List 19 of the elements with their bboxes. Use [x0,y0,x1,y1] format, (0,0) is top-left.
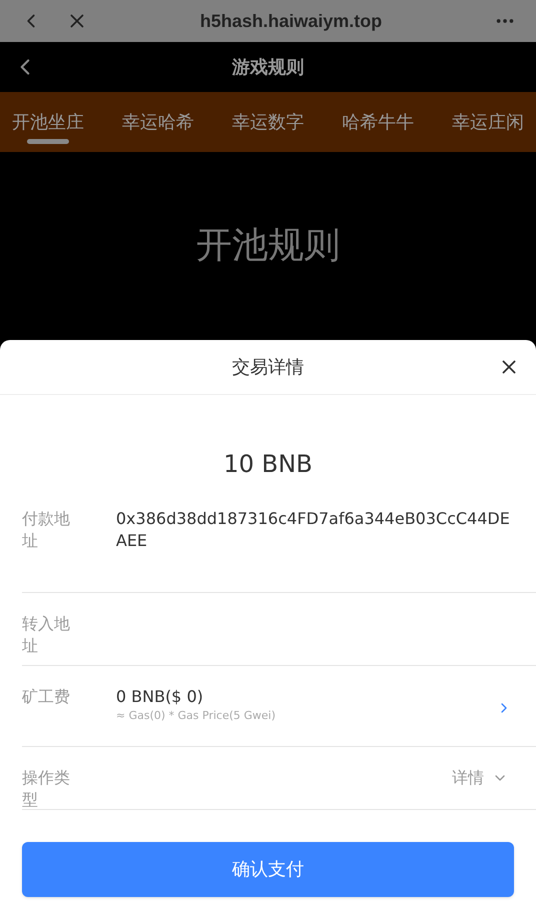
page-heading: 开池规则 [196,224,340,268]
fee-formula: ≈ Gas(0) * Gas Price(5 Gwei) [116,708,277,724]
game-tab[interactable]: 幸运数字 [232,92,304,152]
row-label: 转入地址 [22,613,71,657]
game-tab[interactable]: 幸运哈希 [122,92,194,152]
address-text: 0x386d38dd187316c4FD7af6a344eB03CcC44DEAEE [116,508,511,552]
game-tab[interactable]: 开池坐庄 [12,92,84,152]
details-toggle[interactable]: 详情 [452,767,508,789]
amount-text: 10 BNB [223,449,313,480]
row-label: 付款地址 [22,508,71,552]
game-tab[interactable]: 哈希牛牛 [342,92,414,152]
row-label: 操作类型 [22,767,71,811]
url-text: h5hash.haiwaiym.top [198,10,384,33]
row-label: 矿工费 [22,686,71,708]
fee-value: 0 BNB($ 0) [116,686,204,708]
confirm-payment-button[interactable]: 确认支付 [22,842,514,897]
header-title: 游戏规则 [232,56,304,80]
sheet-title: 交易详情 [232,356,304,380]
game-tab[interactable]: 幸运庄闲 [452,92,524,152]
